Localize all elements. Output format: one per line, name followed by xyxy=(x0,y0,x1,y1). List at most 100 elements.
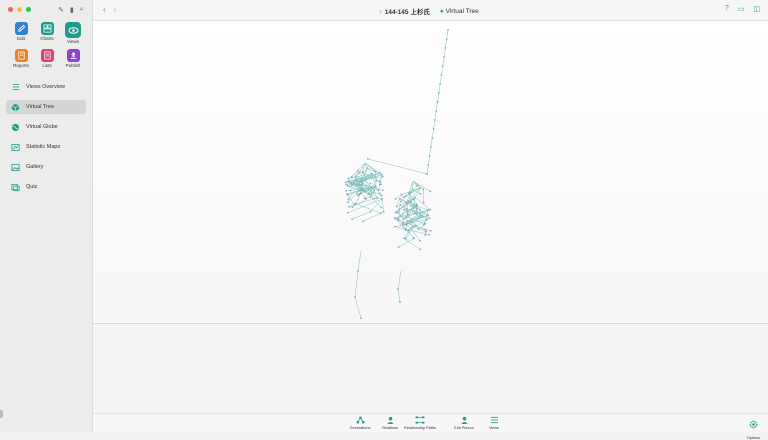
tree-node[interactable] xyxy=(420,248,422,250)
tree-node[interactable] xyxy=(370,183,372,185)
minimize-window-button[interactable] xyxy=(17,7,22,12)
sidebar-item-virtual-globe[interactable]: Virtual Globe xyxy=(6,120,86,134)
tree-node[interactable] xyxy=(348,206,350,208)
tree-node[interactable] xyxy=(370,193,372,195)
close-window-button[interactable] xyxy=(8,7,13,12)
tree-node[interactable] xyxy=(351,177,353,179)
tree-node[interactable] xyxy=(424,223,426,225)
relationship-paths-button[interactable]: Relationship Paths xyxy=(408,416,432,430)
tree-node[interactable] xyxy=(362,220,364,222)
tree-node[interactable] xyxy=(399,301,401,303)
tree-node[interactable] xyxy=(405,238,407,240)
tree-node[interactable] xyxy=(351,218,353,220)
tree-node[interactable] xyxy=(396,205,398,207)
sidebar-item-views-overview[interactable]: Views Overview xyxy=(6,80,86,94)
tree-node[interactable] xyxy=(418,228,420,230)
tree-node[interactable] xyxy=(426,173,428,175)
tree-node[interactable] xyxy=(358,194,360,196)
tree-node[interactable] xyxy=(424,234,426,236)
virtual-tree-canvas[interactable] xyxy=(93,21,768,324)
tree-node[interactable] xyxy=(368,193,370,195)
relatives-button[interactable]: Relatives xyxy=(378,416,402,430)
tree-node[interactable] xyxy=(353,183,355,185)
tree-node[interactable] xyxy=(419,209,421,211)
bookmark-icon[interactable]: ▮ xyxy=(70,6,74,14)
sidebar-toggle-icon[interactable]: ◫ xyxy=(753,5,760,13)
tree-node[interactable] xyxy=(347,185,349,187)
tree-node[interactable] xyxy=(380,207,382,209)
tree-node[interactable] xyxy=(403,218,405,220)
tree-node[interactable] xyxy=(376,197,378,199)
tree-node[interactable] xyxy=(364,197,366,199)
zoom-window-button[interactable] xyxy=(26,7,31,12)
views-tool-button[interactable]: Views xyxy=(60,22,86,45)
map-icon xyxy=(11,143,20,152)
back-arrow-icon[interactable]: ‹ xyxy=(103,5,106,14)
person-title[interactable]: ♀ 144-145 上杉氏 xyxy=(378,6,430,16)
tree-node[interactable] xyxy=(372,192,374,194)
tree-node[interactable] xyxy=(398,246,400,248)
tree-node[interactable] xyxy=(419,240,421,242)
tree-node[interactable] xyxy=(345,184,347,186)
forward-arrow-icon[interactable]: › xyxy=(114,5,117,14)
tree-node[interactable] xyxy=(382,190,384,192)
tree-node[interactable] xyxy=(416,203,418,205)
tree-node[interactable] xyxy=(395,198,397,200)
tree-node[interactable] xyxy=(366,178,368,180)
tree-node[interactable] xyxy=(415,207,417,209)
tree-node[interactable] xyxy=(410,221,412,223)
tree-node[interactable] xyxy=(430,230,432,232)
reports-tool-button[interactable]: Reports xyxy=(8,49,34,69)
lists-icon xyxy=(41,49,54,62)
tree-node[interactable] xyxy=(403,209,405,211)
sidebar-item-statistic-maps[interactable]: Statistic Maps xyxy=(6,140,86,154)
options-button[interactable]: Options xyxy=(747,416,760,440)
tree-node[interactable] xyxy=(381,194,383,196)
tree-node[interactable] xyxy=(402,222,404,224)
tree-edge xyxy=(428,156,429,165)
edit-tool-button[interactable]: Edit xyxy=(8,22,34,45)
tree-node[interactable] xyxy=(397,211,399,213)
tree-edge xyxy=(352,212,370,219)
tree-node[interactable] xyxy=(351,206,353,208)
lists-tool-button[interactable]: Lists xyxy=(34,49,60,69)
edit-person-button[interactable]: Edit Person xyxy=(452,416,476,430)
tree-node[interactable] xyxy=(353,181,355,183)
virtual-tree-graph[interactable] xyxy=(93,21,768,323)
window-icon[interactable]: ▭ xyxy=(738,5,745,13)
tree-node[interactable] xyxy=(428,234,430,236)
relationship-paths-icon xyxy=(415,416,425,424)
tree-node[interactable] xyxy=(397,218,399,220)
tree-node[interactable] xyxy=(420,193,422,195)
tree-node[interactable] xyxy=(353,203,355,205)
tree-node[interactable] xyxy=(405,202,407,204)
sidebar-resize-handle[interactable] xyxy=(0,410,3,418)
tree-node[interactable] xyxy=(405,229,407,231)
generations-button[interactable]: Generations xyxy=(348,416,372,430)
tag-icon[interactable]: ✎ xyxy=(58,6,64,14)
tree-node[interactable] xyxy=(380,183,382,185)
tree-node[interactable] xyxy=(347,201,349,203)
sidebar-item-label: Virtual Globe xyxy=(26,124,58,130)
tree-node[interactable] xyxy=(367,158,369,160)
sidebar-item-gallery[interactable]: Gallery xyxy=(6,160,86,174)
tree-node[interactable] xyxy=(447,29,449,31)
views-button[interactable]: Views xyxy=(482,416,506,430)
sidebar-item-virtual-tree[interactable]: Virtual Tree xyxy=(6,100,86,114)
tree-node[interactable] xyxy=(347,212,349,214)
tree-node[interactable] xyxy=(345,181,347,183)
tree-node[interactable] xyxy=(379,181,381,183)
tree-node[interactable] xyxy=(348,198,350,200)
search-icon[interactable]: ⌕ xyxy=(80,6,84,14)
tree-node[interactable] xyxy=(407,215,409,217)
publish-tool-button[interactable]: Publish xyxy=(60,49,86,69)
tree-node[interactable] xyxy=(423,202,425,204)
help-icon[interactable]: ? xyxy=(725,5,729,13)
tree-node[interactable] xyxy=(429,190,431,192)
tree-node[interactable] xyxy=(345,190,347,192)
charts-tool-button[interactable]: Charts xyxy=(34,22,60,45)
tree-node[interactable] xyxy=(360,317,362,319)
sidebar-item-quiz[interactable]: Quiz xyxy=(6,180,86,194)
tree-node[interactable] xyxy=(400,201,402,203)
tree-node[interactable] xyxy=(404,224,406,226)
